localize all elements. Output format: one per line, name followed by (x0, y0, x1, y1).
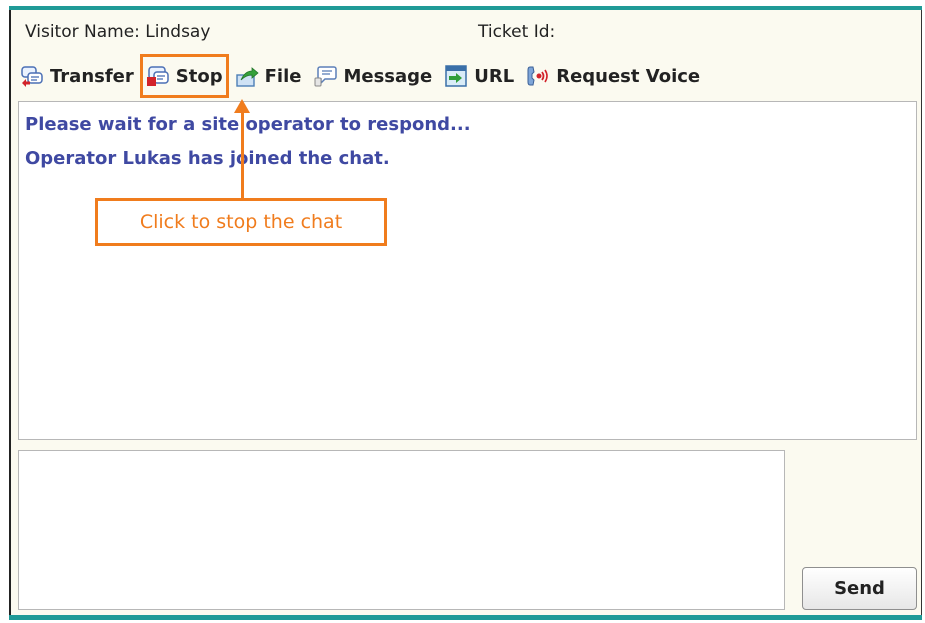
top-border (9, 6, 922, 10)
message-icon (314, 66, 338, 87)
message-button[interactable]: Message (313, 60, 432, 92)
voice-request-icon (527, 66, 549, 86)
transfer-button[interactable]: Transfer (20, 60, 134, 92)
callout-arrow-line (241, 110, 244, 198)
file-label: File (264, 65, 302, 87)
bottom-border (9, 615, 922, 620)
stop-chat-callout: Click to stop the chat (95, 198, 387, 246)
url-button[interactable]: URL (444, 60, 514, 92)
chat-toolbar: Transfer Stop File Message URL Request V… (20, 54, 712, 98)
ticket-id: Ticket Id: (478, 22, 556, 42)
request-voice-button[interactable]: Request Voice (526, 60, 700, 92)
file-upload-icon (235, 67, 259, 87)
url-push-icon (445, 65, 467, 87)
operator-joined-message: Operator Lukas has joined the chat. (25, 148, 390, 169)
file-button[interactable]: File (235, 60, 302, 92)
message-label: Message (343, 65, 433, 87)
chat-transcript[interactable]: Please wait for a site operator to respo… (18, 101, 917, 440)
stop-button[interactable]: Stop (139, 54, 229, 98)
system-message: Please wait for a site operator to respo… (25, 114, 471, 135)
transfer-icon (21, 66, 43, 87)
visitor-name: Visitor Name: Lindsay (25, 22, 211, 42)
stop-label: Stop (175, 65, 223, 87)
request-voice-label: Request Voice (556, 65, 701, 87)
send-button[interactable]: Send (802, 567, 917, 610)
stop-chat-icon (146, 66, 169, 86)
message-input[interactable] (18, 450, 785, 610)
transfer-label: Transfer (50, 65, 134, 87)
url-label: URL (474, 65, 515, 87)
